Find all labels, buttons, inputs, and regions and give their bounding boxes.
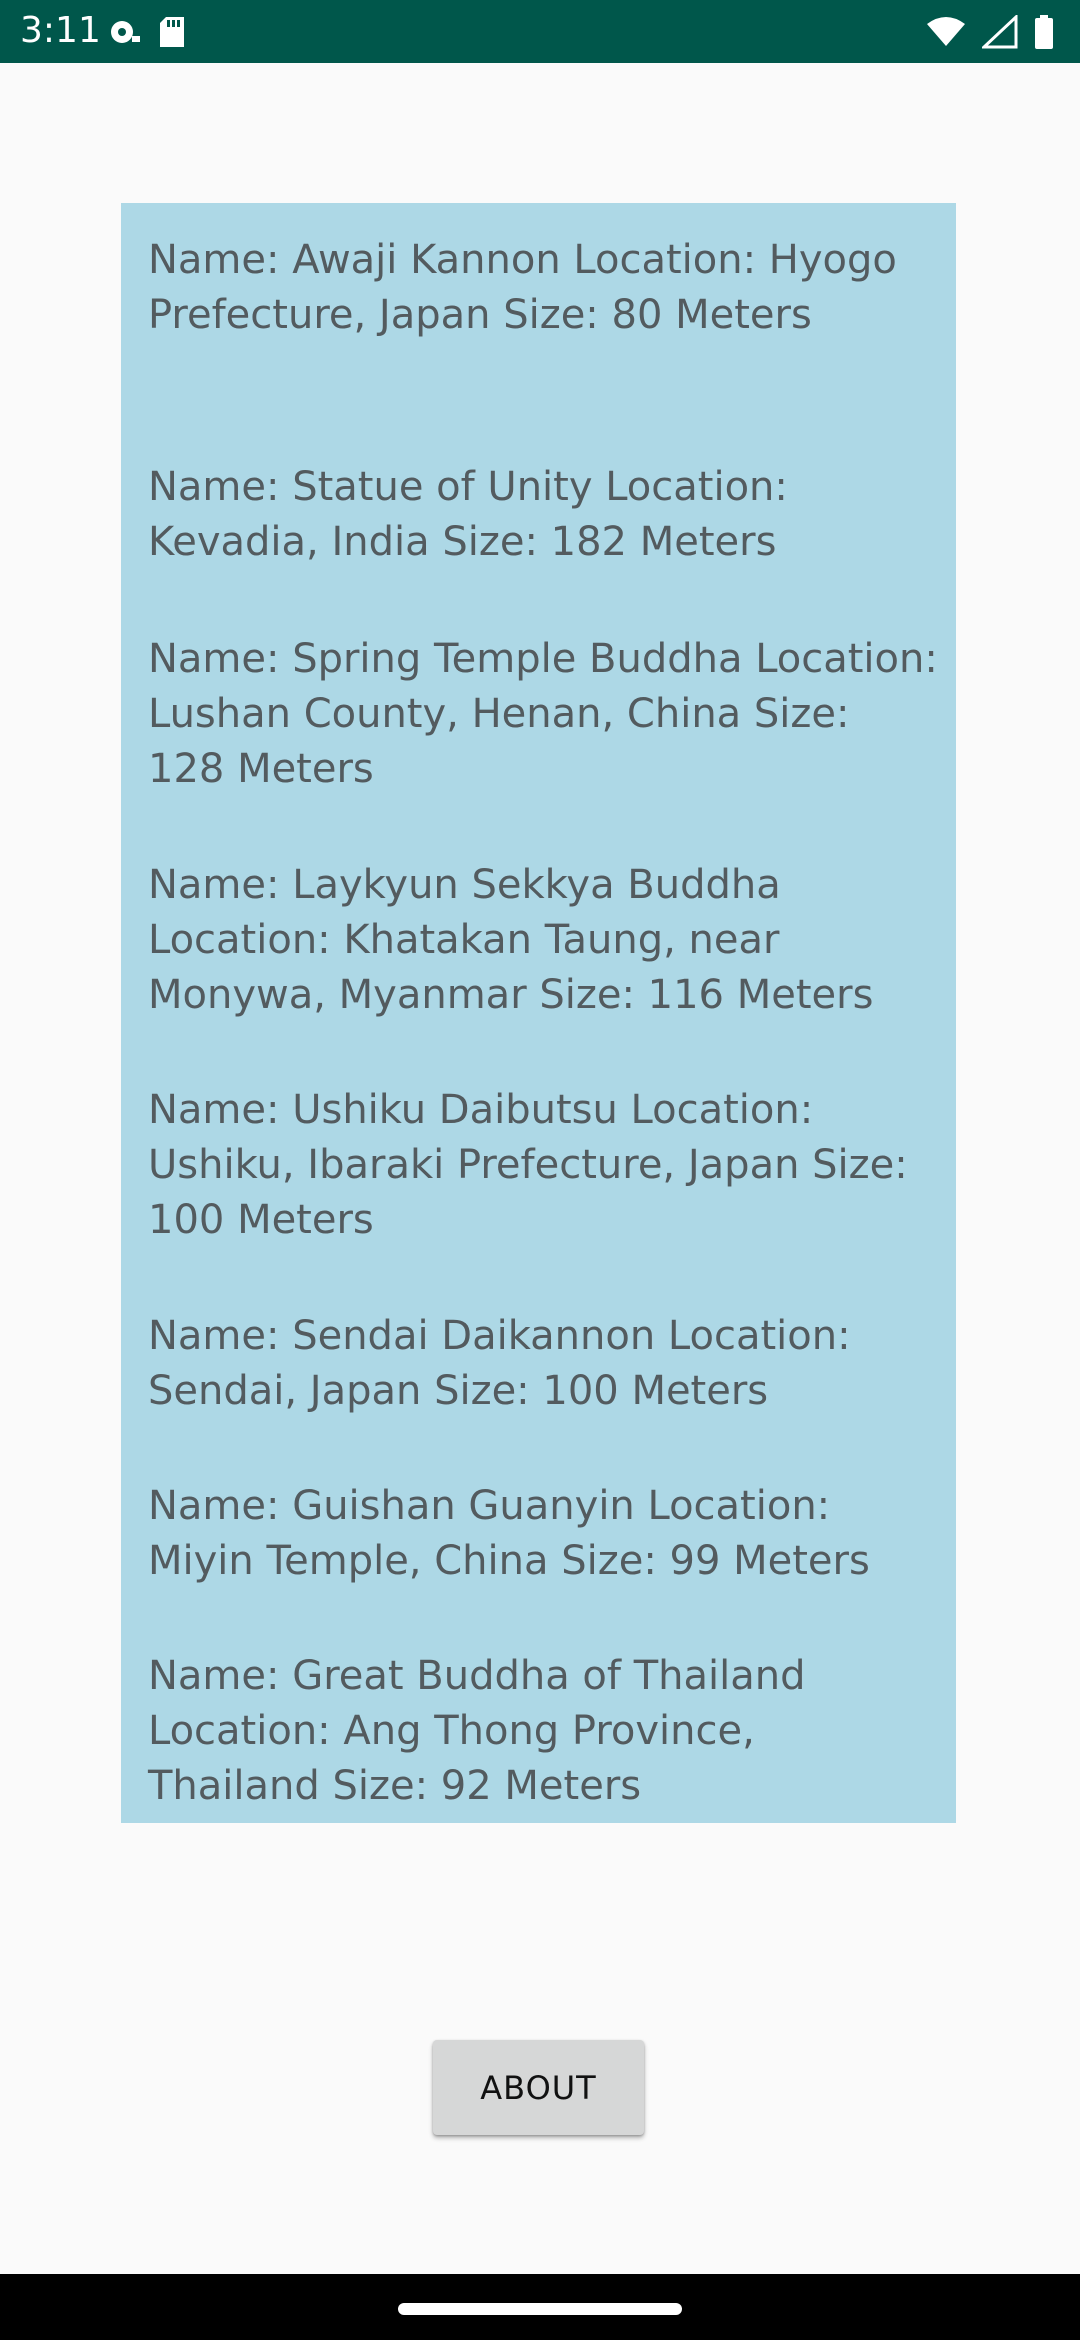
list-item: Name: Awaji Kannon Location: Hyogo Prefe… xyxy=(148,237,897,338)
list-item: Name: Ushiku Daibutsu Location: Ushiku, … xyxy=(148,1087,908,1243)
list-item: Name: Guishan Guanyin Location: Miyin Te… xyxy=(148,1483,870,1584)
navigation-bar xyxy=(0,2274,1080,2340)
home-gesture-handle[interactable] xyxy=(398,2303,682,2315)
battery-icon xyxy=(1034,15,1054,49)
status-notification-icons xyxy=(108,14,186,50)
media-playing-icon xyxy=(108,16,144,48)
status-system-icons xyxy=(926,14,1054,50)
about-button[interactable]: ABOUT xyxy=(433,2040,644,2135)
status-time: 3:11 xyxy=(20,10,101,51)
sd-card-icon xyxy=(158,15,186,49)
list-item: Name: Statue of Unity Location: Kevadia,… xyxy=(148,464,788,565)
status-bar: 3:11 xyxy=(0,0,1080,63)
signal-icon xyxy=(982,15,1018,49)
wifi-icon xyxy=(926,16,966,48)
list-item: Name: Sendai Daikannon Location: Sendai,… xyxy=(148,1313,851,1414)
list-item: Name: Spring Temple Buddha Location: Lus… xyxy=(148,636,938,792)
list-item: Name: Laykyun Sekkya Buddha Location: Kh… xyxy=(148,862,874,1018)
statue-list[interactable]: Name: Awaji Kannon Location: Hyogo Prefe… xyxy=(121,203,956,1823)
list-item: Name: Great Buddha of Thailand Location:… xyxy=(148,1653,806,1809)
